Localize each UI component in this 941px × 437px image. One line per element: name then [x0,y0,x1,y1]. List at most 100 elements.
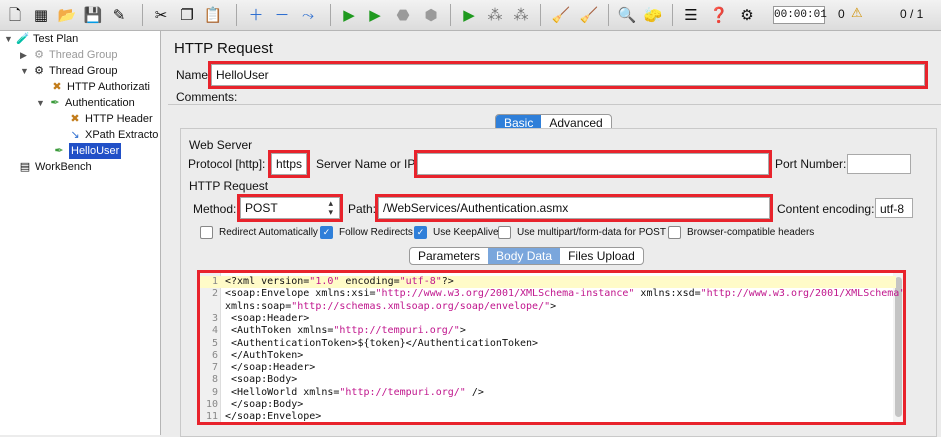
code-tag: </soap:Header> [225,362,316,374]
start-no-pauses-icon[interactable]: ▶ [364,4,386,26]
tree-node-hello-user[interactable]: ✒ HelloUser [52,143,122,159]
save-icon[interactable]: 💾 [82,4,104,26]
sampler-pen-icon: ✒ [54,145,64,157]
tree-node-test-plan[interactable]: ▼ 🧪 Test Plan [4,31,78,47]
stop-icon[interactable]: ⬣ [392,4,414,26]
remote-shutdown-icon[interactable]: ⁂ [510,4,532,26]
cut-icon[interactable]: ✂ [150,4,172,26]
line-number: 7 [211,362,218,374]
line-number: 5 [211,337,218,349]
server-field[interactable] [414,150,772,178]
code-line[interactable]: 4 <AuthToken xmlns="http://tempuri.org/"… [200,325,896,337]
shutdown-icon[interactable]: ⬢ [420,4,442,26]
protocol-field[interactable]: https [268,150,310,178]
clear-all-icon[interactable]: 🧹 [578,4,600,26]
redirect-automatically-checkbox[interactable]: Redirect Automatically [200,226,318,239]
code-line[interactable]: 1 <?xml version="1.0" encoding="utf-8"?> [200,276,896,288]
code-value: "http://tempuri.org/" [339,386,466,398]
tree-node-thread-group-disabled[interactable]: ▶ ⚙ Thread Group [20,47,117,63]
tree-label: Thread Group [49,49,118,61]
comments-label: Comments: [176,90,238,104]
toolbar-separator [540,4,541,26]
body-data-editor[interactable]: 1 <?xml version="1.0" encoding="utf-8"?> 2… [197,270,906,425]
tree-label: HTTP Header [85,113,153,125]
test-plan-tree: ▼ 🧪 Test Plan ▶ ⚙ Thread Group ▼ ⚙ Threa… [0,31,161,435]
paste-icon[interactable]: 📋 [202,4,224,26]
port-label: Port Number: [775,157,847,171]
method-select[interactable]: POST ▴ ▾ [237,194,343,222]
method-label: Method: [193,202,237,216]
search-icon[interactable]: 🔍 [616,4,638,26]
tab-parameters[interactable]: Parameters [410,248,488,264]
toolbar-separator [330,4,331,26]
expanded-arrow-icon[interactable]: ▼ [20,63,32,79]
code-line[interactable]: 10 </soap:Body> [200,399,896,411]
templates-icon[interactable]: ▦ [30,4,52,26]
reset-search-icon[interactable]: 🧽 [642,4,664,26]
tree-label: Thread Group [49,65,118,77]
code-line[interactable]: 9 <HelloWorld xmlns="http://tempuri.org/… [200,387,896,399]
test-plan-icon: 🧪 [16,33,30,45]
code-line[interactable]: 3 <soap:Header> [200,313,896,325]
code-tag: <HelloWorld xmlns= [225,386,340,398]
encoding-field[interactable]: utf-8 [875,198,913,218]
save-as-icon[interactable]: ✎ [108,4,130,26]
tree-node-http-authorization[interactable]: ✖ HTTP Authorizati [50,79,150,95]
line-number: 10 [205,399,218,410]
tree-label: XPath Extracto [85,129,159,141]
tree-node-xpath-extractor[interactable]: ↘ XPath Extracto [68,127,158,143]
code-tag: > [459,325,466,337]
code-line[interactable]: 11 </soap:Envelope> [200,411,896,423]
collapse-icon[interactable]: － [271,4,293,26]
code-line[interactable]: 8 <soap:Body> [200,374,896,386]
name-label: Name: [176,68,212,82]
new-icon[interactable]: 🗋 [4,4,26,26]
code-value: "http://www.w3.org/2001/XMLSchema" [700,288,906,300]
line-number: 6 [211,349,218,361]
tab-files-upload[interactable]: Files Upload [560,248,643,264]
use-multipart-checkbox[interactable]: Use multipart/form-data for POST [498,226,666,239]
code-line[interactable]: 2 <soap:Envelope xmlns:xsi="http://www.w3… [200,288,903,300]
code-line[interactable]: xmlns:soap="http://schemas.xmlsoap.org/s… [200,301,896,313]
code-line[interactable]: 5 <AuthenticationToken>${token}</Authent… [200,338,896,350]
remote-settings-icon[interactable]: ⚙ [736,4,758,26]
code-tag: <AuthToken xmlns= [225,325,334,337]
code-line[interactable]: 6 </AuthToken> [200,350,896,362]
toolbar-separator [236,4,237,26]
remote-start-icon[interactable]: ▶ [458,4,480,26]
code-tag: ?> [441,276,454,287]
expanded-arrow-icon[interactable]: ▼ [36,95,48,111]
collapsed-arrow-icon[interactable]: ▶ [20,47,32,63]
use-keepalive-checkbox[interactable]: ✓ Use KeepAlive [414,226,499,239]
line-number: 2 [211,288,218,300]
clear-icon[interactable]: 🧹 [550,4,572,26]
code-line[interactable]: 7 </soap:Header> [200,362,896,374]
tree-node-workbench[interactable]: ▤ WorkBench [18,159,92,175]
expand-icon[interactable]: ＋ [245,4,267,26]
gear-icon: ⚙ [34,65,44,77]
port-field[interactable] [847,154,911,174]
function-helper-icon[interactable]: ☰ [680,4,702,26]
tree-node-thread-group[interactable]: ▼ ⚙ Thread Group [20,63,117,79]
tree-node-http-header[interactable]: ✖ HTTP Header [68,111,153,127]
splitter[interactable] [168,104,941,111]
toolbar-separator [142,4,143,26]
sampler-pen-icon: ✒ [50,97,60,109]
follow-redirects-checkbox[interactable]: ✓ Follow Redirects [320,226,413,239]
expanded-arrow-icon[interactable]: ▼ [4,31,16,47]
browser-compatible-headers-checkbox[interactable]: Browser-compatible headers [668,226,814,239]
path-field[interactable]: /WebServices/Authentication.asmx [375,194,773,222]
checkbox-label: Use multipart/form-data for POST [517,227,666,238]
toggle-icon[interactable]: ⤳ [297,4,319,26]
tools-icon: ✖ [70,113,80,125]
start-icon[interactable]: ▶ [338,4,360,26]
name-field[interactable]: HelloUser [208,61,928,89]
remote-stop-icon[interactable]: ⁂ [484,4,506,26]
copy-icon[interactable]: ❐ [176,4,198,26]
tree-node-authentication[interactable]: ▼ ✒ Authentication [36,95,135,111]
help-icon[interactable]: ❓ [708,4,730,26]
open-icon[interactable]: 📂 [56,4,78,26]
tab-body-data[interactable]: Body Data [488,248,561,264]
warning-icon[interactable]: ⚠ [851,5,863,21]
line-number: 11 [205,411,218,423]
